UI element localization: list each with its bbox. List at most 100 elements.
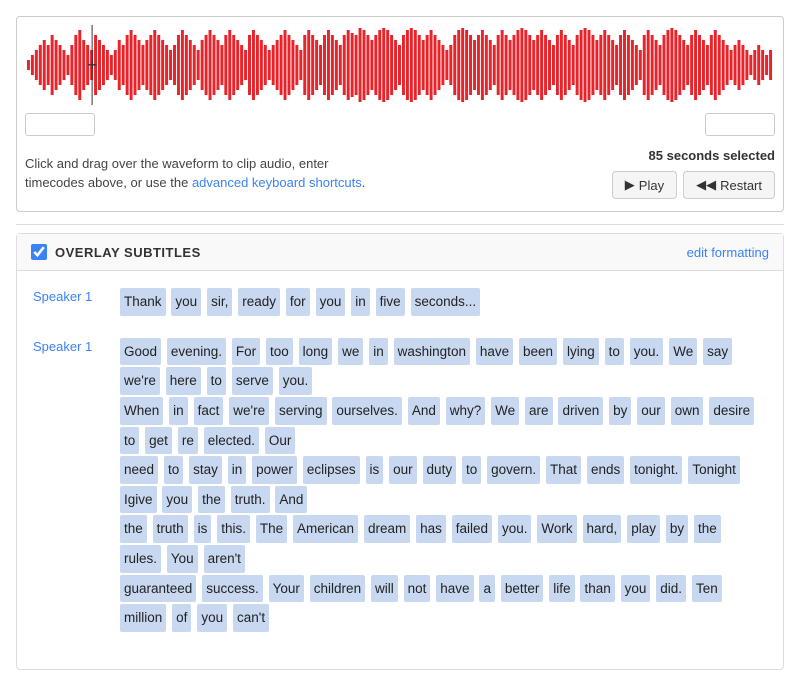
word: in <box>351 288 370 316</box>
word: stay <box>189 456 222 484</box>
word: Igive <box>120 486 157 514</box>
word: by <box>609 397 631 425</box>
restart-button[interactable]: ◀◀ Restart <box>683 171 775 199</box>
word: Good <box>120 338 161 366</box>
restart-label: Restart <box>720 178 762 193</box>
word: in <box>169 397 188 425</box>
word: by <box>666 515 688 543</box>
word: five <box>376 288 405 316</box>
play-button[interactable]: ▶ Play <box>612 171 677 199</box>
word: aren't <box>204 545 245 573</box>
instructions-text: Click and drag over the waveform to clip… <box>25 155 365 191</box>
word: to <box>120 427 139 455</box>
transcript-text-1: Thank you sir, ready for you in five sec… <box>119 287 767 317</box>
word: the <box>120 515 147 543</box>
word: children <box>310 575 365 603</box>
word: And <box>408 397 440 425</box>
word: tonight. <box>630 456 682 484</box>
word: to <box>462 456 481 484</box>
word: here <box>166 367 201 395</box>
word: ready <box>238 288 280 316</box>
main-container: + 0 84.99 Click and drag over the wavefo… <box>0 0 800 686</box>
subtitles-body: Speaker 1 Thank you sir, ready for you i… <box>17 271 783 669</box>
word: better <box>501 575 544 603</box>
controls-buttons: ▶ Play ◀◀ Restart <box>612 171 775 199</box>
subtitles-header: OVERLAY SUBTITLES edit formatting <box>17 234 783 271</box>
word: you <box>162 486 192 514</box>
edit-formatting-link[interactable]: edit formatting <box>687 245 769 260</box>
word: are <box>525 397 553 425</box>
word: is <box>366 456 384 484</box>
word: the <box>694 515 721 543</box>
word: a <box>479 575 495 603</box>
word: Tonight <box>688 456 740 484</box>
word: to <box>207 367 226 395</box>
word: get <box>145 427 172 455</box>
word: driven <box>558 397 603 425</box>
word: Thank <box>120 288 166 316</box>
speaker-block-2: Speaker 1 Good evening. For too long we … <box>33 337 767 633</box>
word: You <box>167 545 198 573</box>
word: govern. <box>487 456 540 484</box>
word: And <box>275 486 307 514</box>
word: American <box>293 515 358 543</box>
word: own <box>671 397 704 425</box>
word: life <box>549 575 574 603</box>
play-icon: ▶ <box>625 177 635 193</box>
word: When <box>120 397 163 425</box>
word: million <box>120 604 166 632</box>
word: you <box>621 575 651 603</box>
word: say <box>703 338 732 366</box>
speaker-1-label-second[interactable]: Speaker 1 <box>33 337 103 633</box>
word: have <box>476 338 513 366</box>
end-timecode-input[interactable]: 84.99 <box>705 113 775 136</box>
section-divider <box>16 224 784 225</box>
word: play <box>627 515 660 543</box>
word: ends <box>587 456 624 484</box>
word: long <box>299 338 333 366</box>
advanced-shortcuts-link[interactable]: advanced keyboard shortcuts <box>192 175 362 190</box>
play-label: Play <box>639 178 664 193</box>
word: you. <box>630 338 664 366</box>
subtitles-section: OVERLAY SUBTITLES edit formatting Speake… <box>16 233 784 670</box>
word: hard, <box>583 515 622 543</box>
word: than <box>580 575 614 603</box>
word: you. <box>279 367 313 395</box>
word: guaranteed <box>120 575 196 603</box>
word: of <box>172 604 191 632</box>
instructions-row: Click and drag over the waveform to clip… <box>25 144 775 203</box>
word: has <box>416 515 446 543</box>
word: truth <box>153 515 188 543</box>
word: need <box>120 456 158 484</box>
word: Our <box>265 427 296 455</box>
word: you. <box>498 515 532 543</box>
word: rules. <box>120 545 161 573</box>
start-timecode-input[interactable]: 0 <box>25 113 95 136</box>
word: this. <box>217 515 250 543</box>
word: That <box>546 456 581 484</box>
word: eclipses <box>303 456 360 484</box>
word: We <box>491 397 519 425</box>
word: Your <box>269 575 304 603</box>
word: the <box>198 486 225 514</box>
word: truth. <box>231 486 270 514</box>
word: you <box>197 604 227 632</box>
waveform-canvas[interactable]: + <box>25 25 775 105</box>
word: why? <box>446 397 486 425</box>
word: ourselves. <box>332 397 402 425</box>
word: we <box>338 338 363 366</box>
word: will <box>371 575 398 603</box>
word: is <box>194 515 212 543</box>
word: fact <box>194 397 224 425</box>
cursor-plus-icon: + <box>87 56 98 74</box>
word: We <box>669 338 697 366</box>
word: you <box>316 288 346 316</box>
word: been <box>519 338 557 366</box>
word: duty <box>423 456 457 484</box>
speaker-1-label-first[interactable]: Speaker 1 <box>33 287 103 317</box>
word: too <box>266 338 293 366</box>
word: desire <box>709 397 754 425</box>
word: Ten <box>692 575 722 603</box>
overlay-subtitles-checkbox[interactable] <box>31 244 47 260</box>
word: Work <box>537 515 576 543</box>
